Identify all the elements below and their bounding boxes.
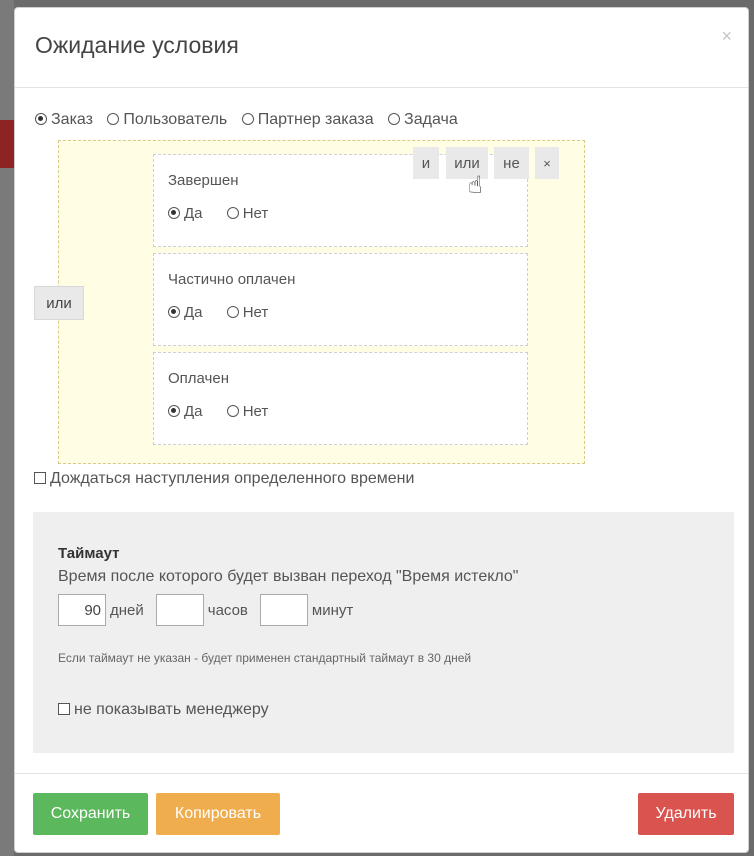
radio-icon[interactable]	[168, 207, 180, 219]
condition-yes-option[interactable]: Да	[168, 403, 203, 420]
dialog-footer: Сохранить Копировать Удалить	[15, 773, 748, 852]
condition-item-partially-paid: Частично оплачен Да Нет	[153, 253, 528, 346]
condition-no-option[interactable]: Нет	[226, 304, 269, 321]
copy-button[interactable]: Копировать	[156, 793, 280, 835]
condition-options: Да Нет	[168, 304, 288, 321]
timeout-description: Время после которого будет вызван перехо…	[58, 568, 519, 585]
hours-unit-label: часов	[207, 601, 248, 619]
timeout-title: Таймаут	[58, 545, 120, 562]
radio-icon[interactable]	[388, 113, 401, 125]
group-operator-or-button[interactable]: или	[34, 286, 84, 320]
scope-option-order-partner[interactable]: Партнер заказа	[241, 111, 374, 128]
radio-icon[interactable]	[226, 405, 239, 417]
no-label: Нет	[242, 304, 269, 321]
scope-option-label: Заказ	[51, 111, 93, 128]
condition-no-option[interactable]: Нет	[226, 205, 269, 222]
save-button[interactable]: Сохранить	[33, 793, 148, 835]
condition-group: Завершен Да Нет Частично оплачен Да Нет …	[58, 140, 585, 464]
no-label: Нет	[242, 403, 269, 420]
remove-group-button[interactable]: ×	[535, 147, 559, 179]
add-and-button[interactable]: и	[413, 147, 439, 179]
yes-label: Да	[184, 304, 203, 321]
days-unit-label: дней	[110, 601, 144, 619]
scope-option-label: Задача	[404, 111, 458, 128]
radio-icon[interactable]	[226, 207, 239, 219]
dialog-title: Ожидание условия	[35, 32, 239, 58]
hide-from-manager-label: не показывать менеджеру	[74, 701, 269, 718]
condition-options: Да Нет	[168, 205, 288, 222]
scope-option-label: Пользователь	[123, 111, 228, 128]
timeout-inputs: дней часов минут	[58, 594, 365, 626]
add-not-button[interactable]: не	[494, 147, 529, 179]
checkbox-icon[interactable]	[58, 703, 70, 715]
wait-time-label: Дождаться наступления определенного врем…	[50, 470, 415, 487]
radio-icon[interactable]	[226, 306, 239, 318]
hide-from-manager-checkbox[interactable]: не показывать менеджеру	[58, 701, 269, 719]
checkbox-icon[interactable]	[34, 472, 46, 484]
scope-option-task[interactable]: Задача	[388, 111, 458, 128]
radio-icon[interactable]	[241, 113, 254, 125]
radio-icon[interactable]	[107, 113, 120, 125]
yes-label: Да	[184, 205, 203, 222]
minutes-unit-label: минут	[311, 601, 354, 619]
timeout-hours-input[interactable]	[155, 594, 204, 626]
condition-item-paid: Оплачен Да Нет	[153, 352, 528, 445]
scope-option-order[interactable]: Заказ	[35, 111, 93, 128]
wait-time-checkbox[interactable]: Дождаться наступления определенного врем…	[34, 470, 414, 488]
scope-option-user[interactable]: Пользователь	[107, 111, 227, 128]
condition-title: Частично оплачен	[168, 271, 296, 288]
yes-label: Да	[184, 403, 203, 420]
condition-title: Оплачен	[168, 370, 229, 387]
timeout-panel: Таймаут Время после которого будет вызва…	[33, 512, 734, 753]
timeout-note: Если таймаут не указан - будет применен …	[58, 651, 472, 665]
radio-icon[interactable]	[168, 306, 180, 318]
scope-option-label: Партнер заказа	[257, 111, 374, 128]
timeout-minutes-input[interactable]	[259, 594, 308, 626]
close-icon[interactable]: ×	[721, 26, 732, 47]
background-red-element	[0, 120, 14, 168]
radio-icon[interactable]	[35, 113, 47, 125]
radio-icon[interactable]	[168, 405, 180, 417]
condition-options: Да Нет	[168, 403, 288, 420]
hand-pointer-icon: ☝	[468, 172, 483, 199]
condition-yes-option[interactable]: Да	[168, 205, 203, 222]
condition-no-option[interactable]: Нет	[226, 403, 269, 420]
timeout-days-input[interactable]	[58, 594, 106, 626]
dialog-header: Ожидание условия ×	[15, 8, 748, 88]
condition-yes-option[interactable]: Да	[168, 304, 203, 321]
no-label: Нет	[242, 205, 269, 222]
scope-radio-group: Заказ Пользователь Партнер заказа Задача	[35, 111, 468, 129]
condition-wait-dialog: Ожидание условия × Заказ Пользователь Па…	[14, 7, 749, 853]
delete-button[interactable]: Удалить	[638, 793, 734, 835]
condition-title: Завершен	[168, 172, 239, 189]
